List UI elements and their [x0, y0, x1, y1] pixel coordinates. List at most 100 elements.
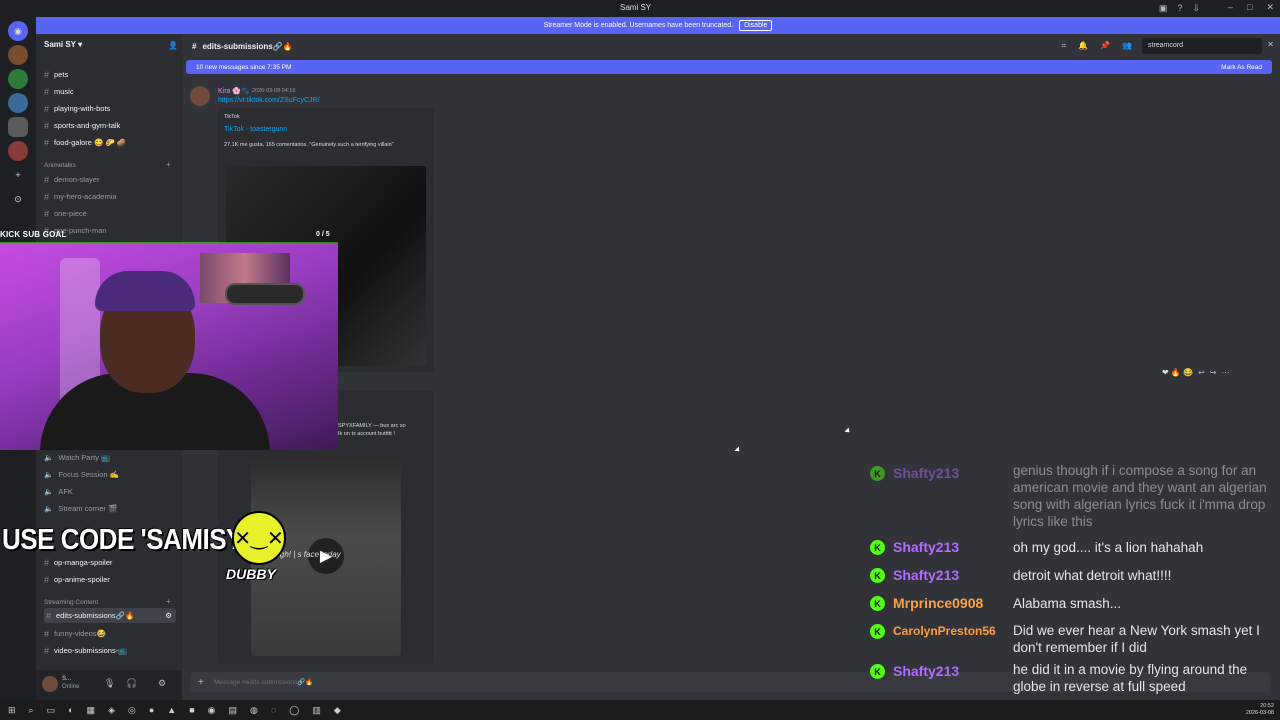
hash-icon: # [44, 557, 50, 568]
app-icon[interactable]: ▦ [87, 705, 96, 716]
task-view-icon[interactable]: ▭ [47, 705, 56, 716]
category-streaming-content[interactable]: Streaming Content [44, 599, 98, 606]
message-link[interactable]: https://vt.tiktok.com/ZSuFcyCJR/ [218, 97, 320, 104]
app-icon[interactable]: ◆ [334, 705, 341, 716]
channel-food-galore[interactable]: # food-galore 😋 🌮 🥔 [44, 135, 126, 150]
inbox-icon[interactable]: ▣ [1159, 3, 1168, 14]
explore-icon[interactable]: ⊙ [8, 189, 28, 209]
voice-channel-stream-corner[interactable]: 🔈 Stream corner 🎬 [44, 501, 117, 516]
edge-icon[interactable]: ◐ [68, 705, 73, 715]
search-icon[interactable]: ⌕ [29, 705, 34, 716]
channel-sports[interactable]: # sports-and-gym-talk [44, 118, 120, 133]
obs-icon[interactable]: ◯ [289, 705, 299, 716]
app-icon[interactable]: ▤ [229, 705, 238, 716]
add-channel-icon[interactable]: + [166, 597, 171, 606]
hash-icon: # [44, 174, 50, 185]
channel-video-submissions[interactable]: # video-submissions-📺 [44, 643, 128, 658]
hash-icon: # [44, 574, 50, 585]
embed-provider: TikTok [224, 114, 240, 120]
maximize-icon[interactable]: □ [1247, 2, 1252, 13]
embed-description: 27.1K me gusta, 165 comentarios. "Genuin… [224, 142, 394, 148]
microphone-icon[interactable]: 🎙 [104, 678, 115, 689]
search-input[interactable]: streamcord [1142, 38, 1262, 54]
channel-pets[interactable]: # pets [44, 67, 68, 82]
close-icon[interactable]: ✕ [1267, 40, 1274, 49]
kick-badge-icon: K [870, 596, 885, 611]
banner-text: Streamer Mode is enabled. Usernames have… [543, 22, 734, 29]
add-attachment-icon[interactable]: + [198, 677, 204, 688]
help-icon[interactable]: ? [1177, 3, 1182, 14]
channel-demon-slayer[interactable]: # demon-slayer [44, 172, 99, 187]
close-icon[interactable]: ✕ [1266, 2, 1274, 13]
chrome-icon[interactable]: ◎ [128, 705, 136, 716]
chat-username: Shafty213 [893, 465, 960, 481]
discord-icon[interactable]: ◉ [208, 705, 216, 716]
chat-text: Did we ever hear a New York smash yet I … [1013, 623, 1260, 655]
voice-channel-focus-session[interactable]: 🔈 Focus Session ✍ [44, 467, 119, 482]
settings-icon[interactable]: ⚙ [165, 611, 172, 620]
system-clock[interactable]: 20:52 2026-03-08 [1246, 703, 1274, 717]
speaker-icon: 🔈 [44, 453, 54, 462]
threads-icon[interactable]: ⌗ [1062, 41, 1067, 51]
channel-one-piece[interactable]: # one-piece [44, 206, 87, 221]
channel-funny-videos[interactable]: # funny-videos😂 [44, 626, 106, 641]
channel-music[interactable]: # music [44, 84, 74, 99]
channel-edits-submissions[interactable]: # edits-submissions🔗🔥 ⚙ [44, 608, 176, 623]
avatar[interactable] [42, 676, 58, 692]
app-icon[interactable]: ◈ [108, 705, 115, 716]
kick-badge-icon: K [870, 568, 885, 583]
promo-code-text: USE CODE 'SAMISY' [2, 522, 249, 556]
category-animetalks[interactable]: Animetalks [44, 162, 76, 169]
server-name[interactable]: Sami SY ▾ [44, 40, 82, 49]
voice-channel-afk[interactable]: 🔈 AFK [44, 484, 73, 499]
server-icon[interactable] [8, 117, 28, 137]
app-icon[interactable]: ■ [189, 705, 194, 715]
chat-username: Mrprince0908 [893, 595, 984, 611]
app-icon[interactable]: ▥ [312, 705, 321, 716]
hash-icon: # [44, 120, 50, 131]
channel-op-manga-spoiler[interactable]: # op-manga-spoiler [44, 555, 112, 570]
mouse-cursor [844, 427, 852, 435]
spotify-icon[interactable]: ● [149, 705, 154, 715]
pin-icon[interactable]: 📌 [1100, 41, 1110, 51]
voice-channel-watch-party[interactable]: 🔈 Watch Party 📺 [44, 450, 110, 465]
server-icon[interactable] [8, 93, 28, 113]
speaker-icon: 🔈 [44, 487, 54, 496]
invite-icon[interactable]: 👤 [168, 41, 178, 50]
app-icon[interactable]: ◍ [250, 705, 258, 716]
hash-icon: # [44, 69, 50, 80]
add-server-icon[interactable]: + [8, 165, 28, 185]
message-input[interactable]: Message #edits-submissions🔗🔥 [214, 678, 314, 686]
webcam-overlay [0, 243, 338, 450]
server-icon[interactable] [8, 45, 28, 65]
windows-start-icon[interactable]: ⊞ [8, 705, 16, 716]
discord-home-icon[interactable]: ◉ [8, 21, 28, 41]
app-icon[interactable]: ▲ [167, 705, 176, 715]
gear-icon[interactable]: ⚙ [158, 678, 166, 689]
more-icon[interactable]: ⋯ [1221, 368, 1229, 377]
embed-title[interactable]: TikTok · toastergunn [224, 126, 287, 133]
message-author[interactable]: Kira 🌸🐾 [218, 87, 250, 95]
minimize-icon[interactable]: – [1228, 2, 1233, 13]
channel-op-anime-spoiler[interactable]: # op-anime-spoiler [44, 572, 110, 587]
mark-as-read-button[interactable]: Mark As Read [1221, 64, 1262, 71]
new-messages-bar[interactable]: 10 new messages since 7:35 PM Mark As Re… [186, 60, 1272, 74]
reactions[interactable]: ❤ 🔥 😂 [1162, 368, 1193, 377]
avatar[interactable] [190, 86, 210, 106]
channel-title: edits-submissions🔗🔥 [202, 41, 293, 51]
channel-playing-with-bots[interactable]: # playing-with-bots [44, 101, 110, 116]
add-channel-icon[interactable]: + [166, 160, 171, 169]
channel-my-hero-academia[interactable]: # my-hero-academia [44, 189, 117, 204]
reply-icon[interactable]: ↩ [1198, 368, 1205, 377]
server-icon[interactable] [8, 69, 28, 89]
forward-icon[interactable]: ↪ [1210, 368, 1217, 377]
app-icon[interactable]: ◌ [271, 705, 276, 715]
bell-icon[interactable]: 🔔 [1078, 41, 1088, 51]
chat-username: Shafty213 [893, 539, 960, 555]
members-icon[interactable]: 👥 [1122, 41, 1132, 51]
headphones-icon[interactable]: 🎧 [126, 678, 137, 689]
server-icon[interactable] [8, 141, 28, 161]
disable-button[interactable]: Disable [739, 20, 773, 31]
download-icon[interactable]: ⇩ [1192, 3, 1200, 14]
hash-icon: # [44, 645, 50, 656]
